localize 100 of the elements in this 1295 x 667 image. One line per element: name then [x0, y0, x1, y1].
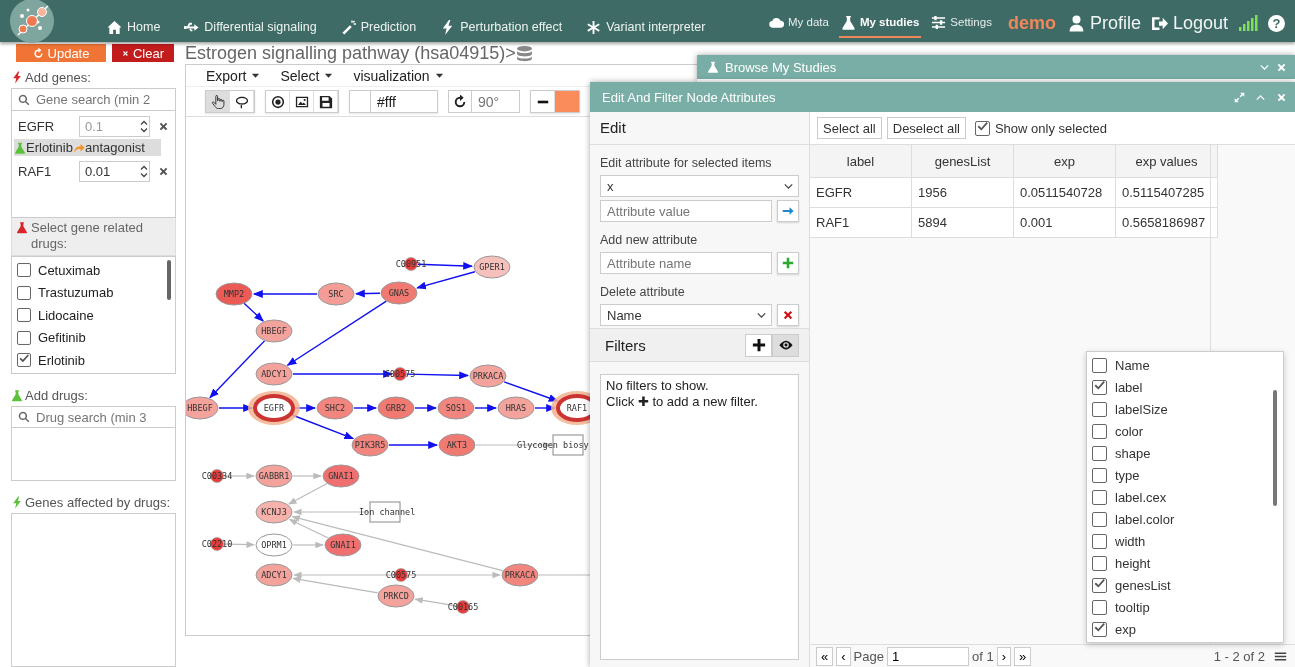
gene-node[interactable]: PRKACA	[501, 563, 539, 587]
checkbox[interactable]	[1092, 379, 1107, 395]
pager-button[interactable]: ‹	[836, 646, 851, 666]
delete-button[interactable]	[777, 304, 799, 326]
checkbox[interactable]	[1092, 555, 1107, 571]
gene-node[interactable]: MMP2	[215, 282, 253, 306]
image-button[interactable]	[290, 91, 314, 112]
target-button[interactable]	[266, 91, 290, 112]
color-swatch[interactable]	[555, 91, 579, 112]
checkbox[interactable]	[1092, 401, 1107, 417]
column-header[interactable]: exp values	[1115, 145, 1218, 178]
gene-node[interactable]: GABBR1	[255, 464, 293, 488]
drug-option[interactable]: Gefitinib	[17, 326, 175, 349]
color-field[interactable]: #fff	[349, 90, 438, 113]
table-button[interactable]: Select all	[817, 117, 882, 139]
checkbox[interactable]	[974, 120, 990, 136]
drug-option[interactable]: Erlotinib	[17, 349, 175, 372]
drug-option[interactable]: Lidocaine	[17, 304, 175, 327]
nav-link[interactable]: Perturbation effect	[440, 19, 563, 35]
pager-button[interactable]: ›	[996, 646, 1011, 666]
scrollbar[interactable]	[167, 260, 171, 300]
gene-node[interactable]: HBEGF	[186, 396, 219, 420]
checkbox[interactable]	[1092, 467, 1107, 483]
pan-tool-button[interactable]	[206, 91, 230, 112]
nav-link[interactable]: Prediction	[340, 19, 417, 35]
search-field[interactable]: Drug search (min 3	[11, 406, 176, 428]
remove-icon[interactable]	[158, 165, 169, 177]
logo[interactable]	[9, 0, 55, 44]
nav-tab[interactable]: My studies	[838, 8, 922, 38]
menu-button[interactable]: visualization	[353, 67, 444, 84]
gene-node[interactable]: GRB2	[377, 396, 415, 420]
input-field[interactable]: Attribute name	[600, 252, 772, 274]
column-option[interactable]: type	[1092, 464, 1283, 486]
nav-link[interactable]: Profile	[1067, 12, 1141, 34]
nav-tab[interactable]: My data	[766, 8, 831, 38]
drug-option[interactable]: Trastuzumab	[17, 281, 175, 304]
apply-button[interactable]	[777, 200, 799, 222]
column-option[interactable]: exp	[1092, 618, 1283, 640]
checkbox[interactable]	[1092, 445, 1107, 461]
clear-button[interactable]: Clear	[112, 44, 174, 62]
gene-node[interactable]: SRC	[317, 282, 355, 306]
pager-button[interactable]: »	[1014, 646, 1032, 666]
lasso-tool-button[interactable]	[230, 91, 254, 112]
menu-icon[interactable]	[1274, 649, 1287, 663]
save-button[interactable]	[314, 91, 338, 112]
column-option[interactable]: genesList	[1092, 574, 1283, 596]
column-header[interactable]: exp	[1013, 145, 1116, 178]
column-option[interactable]: width	[1092, 530, 1283, 552]
column-option[interactable]: shape	[1092, 442, 1283, 464]
color-swatch[interactable]	[350, 91, 371, 112]
menu-button[interactable]: Export	[206, 67, 261, 84]
gene-node[interactable]: GNAI1	[324, 533, 362, 557]
minus-button[interactable]	[531, 91, 555, 112]
checkbox[interactable]	[1092, 423, 1107, 439]
column-option[interactable]: labelSize	[1092, 398, 1283, 420]
gene-node[interactable]: GPER1	[473, 255, 511, 279]
gene-node[interactable]: EGFR	[248, 391, 300, 425]
help-button[interactable]: ?	[1268, 14, 1285, 32]
checkbox[interactable]	[1092, 533, 1107, 549]
checkbox[interactable]	[1092, 621, 1107, 637]
column-header[interactable]: genesList	[911, 145, 1014, 178]
scrollbar[interactable]	[1273, 390, 1277, 506]
attribute-select[interactable]: Name	[600, 304, 772, 326]
nav-tab[interactable]: Settings	[929, 8, 994, 38]
menu-button[interactable]: Select	[280, 67, 334, 84]
checkbox[interactable]	[1092, 511, 1107, 527]
gene-node[interactable]: AKT3	[438, 433, 476, 457]
database-icon[interactable]	[515, 44, 533, 62]
column-option[interactable]: label.color	[1092, 508, 1283, 530]
eye-button[interactable]	[772, 333, 799, 357]
checkbox[interactable]	[1092, 577, 1107, 593]
gene-node[interactable]: PRKCD	[377, 584, 415, 608]
remove-icon[interactable]	[158, 120, 169, 132]
column-option[interactable]: label.cex	[1092, 486, 1283, 508]
add-filter-button[interactable]	[745, 333, 772, 357]
gene-node[interactable]: GNAS	[380, 281, 418, 305]
gene-node[interactable]: GNAI1	[322, 464, 360, 488]
compound-node[interactable]: C00575	[384, 367, 416, 381]
gene-node[interactable]: ADCY1	[255, 563, 293, 587]
rotate-button[interactable]	[448, 90, 472, 113]
gene-node[interactable]: ADCY1	[255, 362, 293, 386]
gene-node[interactable]: SHC2	[316, 396, 354, 420]
page-input[interactable]: 1	[886, 646, 969, 666]
gene-node[interactable]: OPRM1	[255, 533, 293, 557]
process-node[interactable]: Glycogen biosy	[517, 434, 589, 456]
attribute-select[interactable]: x	[600, 175, 799, 197]
gene-node[interactable]: SOS1	[437, 396, 475, 420]
column-option[interactable]: tooltip	[1092, 596, 1283, 618]
nav-link[interactable]: Logout	[1150, 12, 1228, 34]
column-option[interactable]: Name	[1092, 354, 1283, 376]
column-option[interactable]: label	[1092, 376, 1283, 398]
nav-link[interactable]: Home	[107, 19, 161, 35]
nav-link[interactable]: Differential signaling	[184, 19, 317, 35]
checkbox[interactable]	[17, 330, 31, 345]
rotation-input[interactable]: 90°	[472, 90, 520, 113]
column-option[interactable]: height	[1092, 552, 1283, 574]
checkbox[interactable]	[17, 285, 31, 300]
gene-node[interactable]: PRKACA	[469, 364, 507, 388]
gene-node[interactable]: HRAS	[497, 396, 535, 420]
nav-link[interactable]: Variant interpreter	[586, 19, 706, 35]
